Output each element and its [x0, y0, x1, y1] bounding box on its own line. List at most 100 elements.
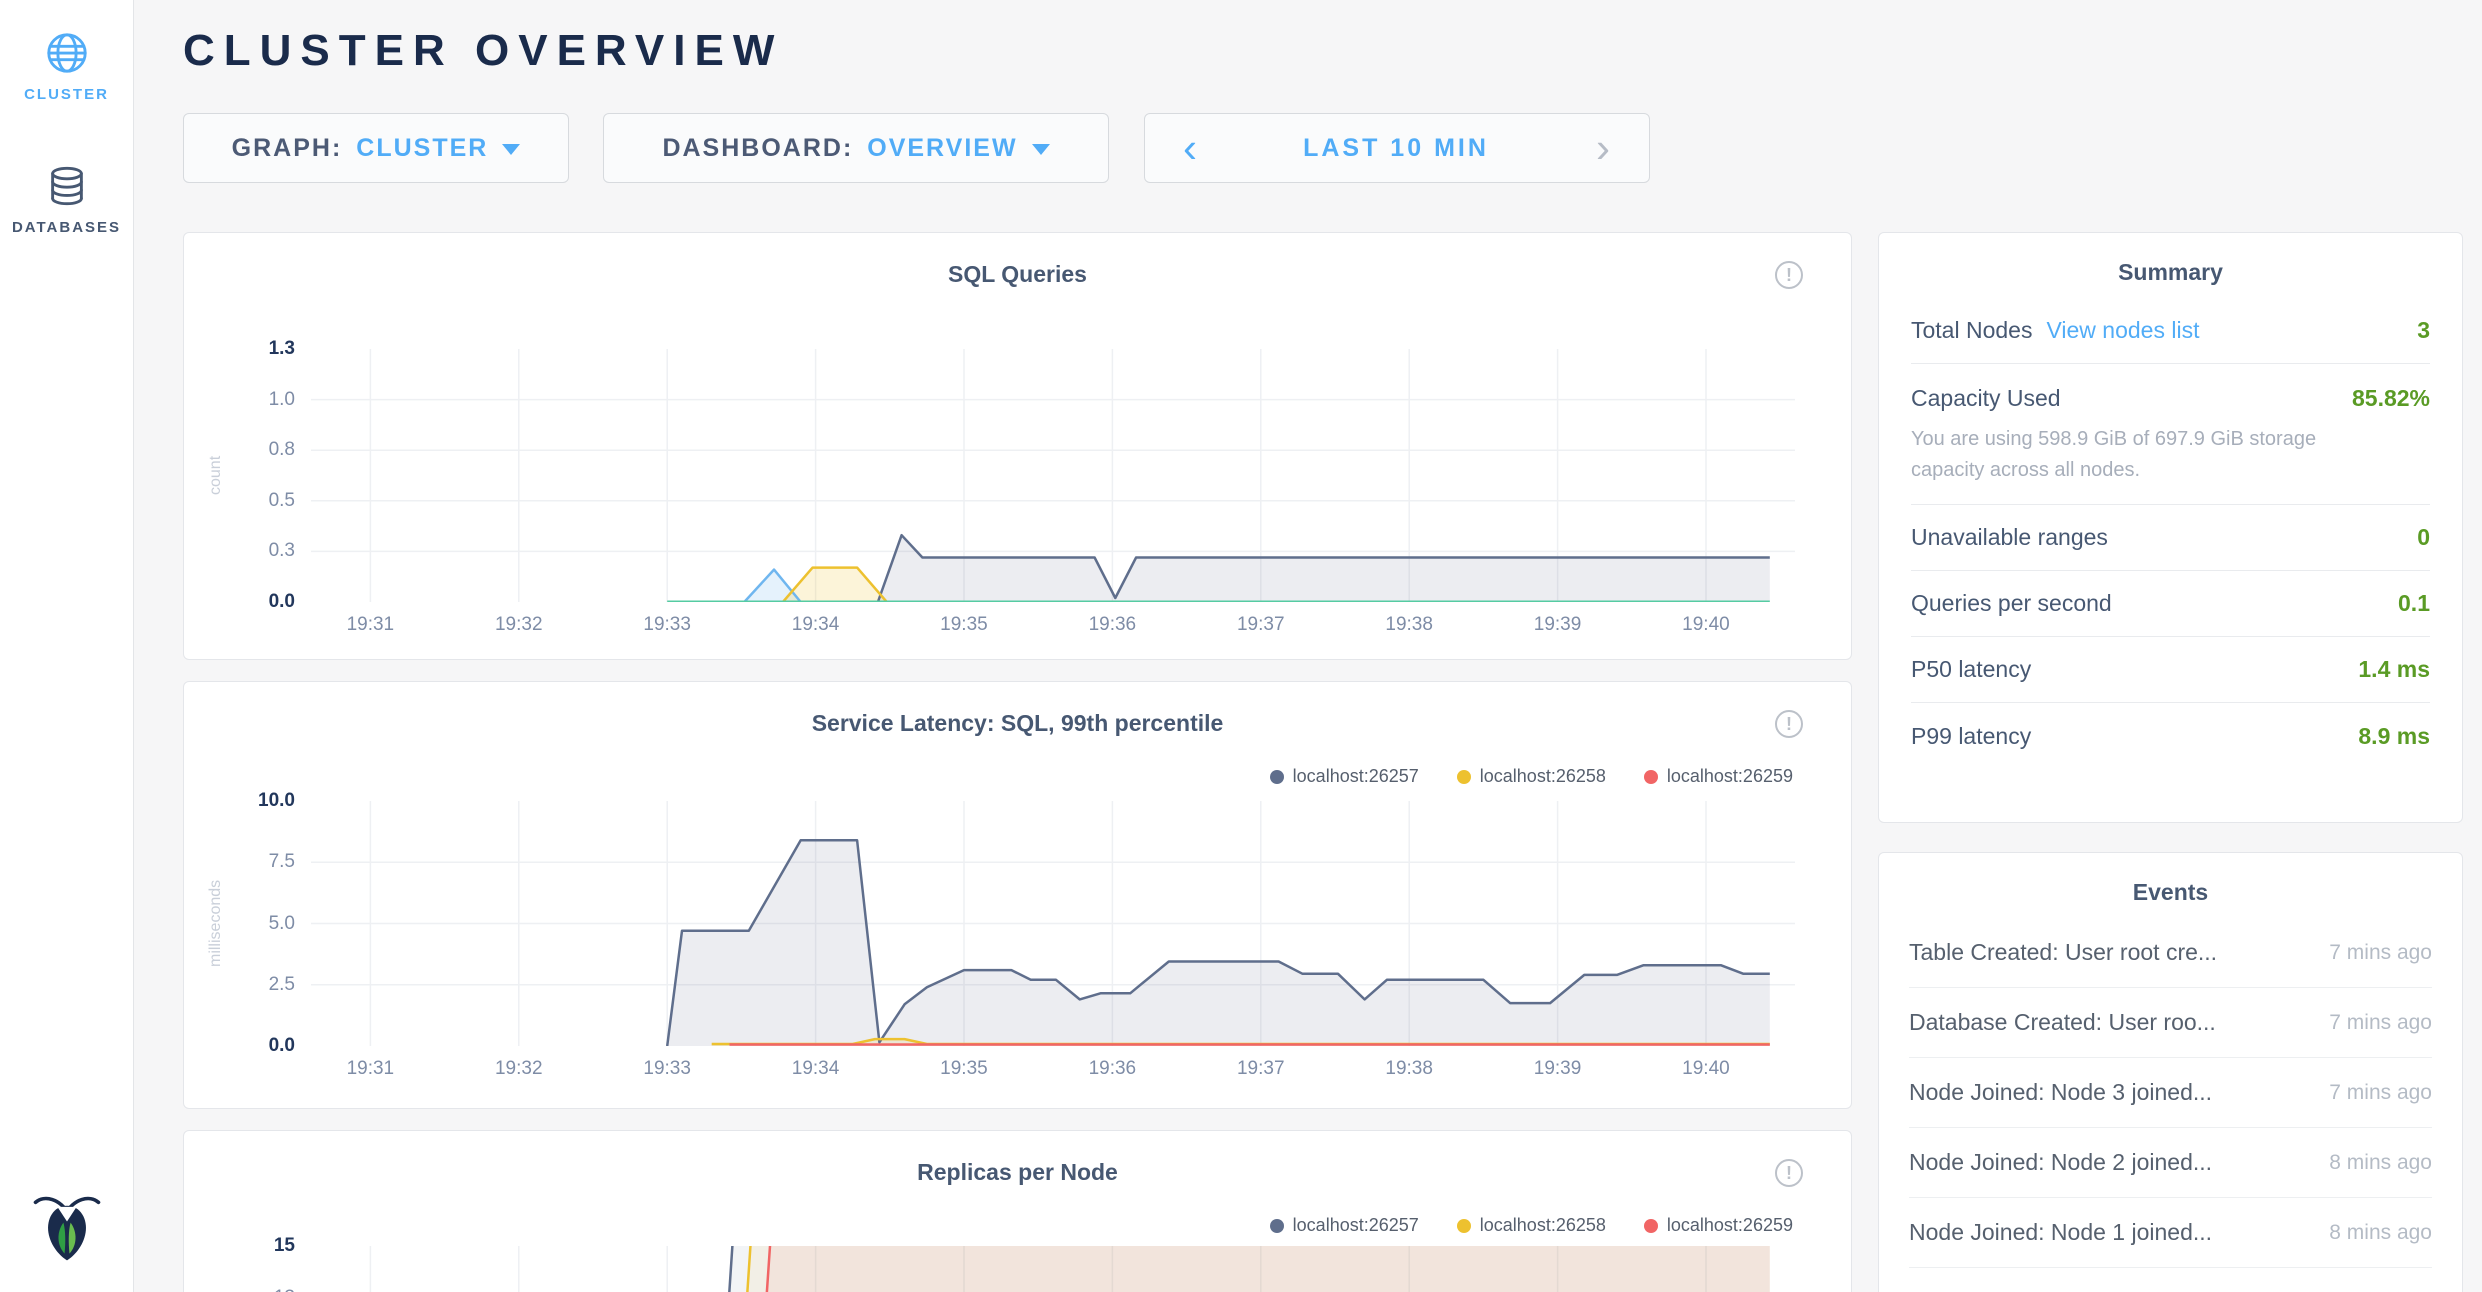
graph-dropdown-value: CLUSTER: [356, 134, 488, 163]
x-axis-tick-label: 19:35: [919, 1058, 1009, 1080]
dashboard-dropdown-label: DASHBOARD:: [662, 134, 853, 163]
summary-row-p50-latency: P50 latency 1.4 ms: [1911, 637, 2430, 703]
x-axis-tick-label: 19:32: [474, 1058, 564, 1080]
x-axis-tick-label: 19:39: [1513, 1058, 1603, 1080]
legend-item: localhost:26257: [1270, 766, 1419, 787]
x-axis-tick-label: 19:37: [1216, 1058, 1306, 1080]
sidebar-item-label: DATABASES: [0, 219, 133, 236]
x-axis-tick-label: 19:32: [474, 614, 564, 636]
event-row[interactable]: Database Created: User roo... 7 mins ago: [1909, 988, 2432, 1058]
y-axis-tick-label: 0.3: [229, 540, 295, 562]
cluster-overview-page: CLUSTER DATABASES CLUSTER OVERVIEW GRAPH…: [0, 0, 2482, 1292]
controls-bar: GRAPH: CLUSTER DASHBOARD: OVERVIEW ‹ LAS…: [183, 113, 1650, 183]
info-icon[interactable]: !: [1775, 1159, 1803, 1187]
legend-item: localhost:26259: [1644, 1215, 1793, 1236]
p50-latency-value: 1.4 ms: [2358, 656, 2430, 683]
dashboard-dropdown[interactable]: DASHBOARD: OVERVIEW: [603, 113, 1109, 183]
legend-dot: [1270, 1219, 1284, 1233]
y-axis-tick-label: 7.5: [229, 851, 295, 873]
legend-dot: [1270, 770, 1284, 784]
legend-dot: [1457, 1219, 1471, 1233]
x-axis-tick-label: 19:33: [622, 614, 712, 636]
summary-row-unavailable-ranges: Unavailable ranges 0: [1911, 505, 2430, 571]
service-latency-chart: 19:3119:3219:3319:3419:3519:3619:3719:38…: [311, 801, 1795, 1046]
capacity-used-subtext: You are using 598.9 GiB of 697.9 GiB sto…: [1911, 424, 2351, 486]
x-axis-tick-label: 19:38: [1364, 614, 1454, 636]
legend-item: localhost:26259: [1644, 766, 1793, 787]
events-panel: Events Table Created: User root cre... 7…: [1878, 852, 2463, 1292]
y-axis-tick-label: 2.5: [229, 974, 295, 996]
summary-row-capacity-used: Capacity Used 85.82% You are using 598.9…: [1911, 364, 2430, 505]
x-axis-tick-label: 19:35: [919, 614, 1009, 636]
total-nodes-value: 3: [2417, 317, 2430, 344]
event-row[interactable]: Node Joined: Node 1 joined... 8 mins ago: [1909, 1198, 2432, 1268]
x-axis-tick-label: 19:40: [1661, 614, 1751, 636]
chart-title: Replicas per Node: [184, 1159, 1851, 1186]
database-icon: [44, 163, 90, 209]
sql-queries-panel: SQL Queries ! 19:3119:3219:3319:3419:351…: [183, 232, 1852, 660]
x-axis-tick-label: 19:37: [1216, 614, 1306, 636]
sql-queries-chart: 19:3119:3219:3319:3419:3519:3619:3719:38…: [311, 349, 1795, 602]
cockroachdb-logo-icon: [31, 1188, 103, 1264]
y-axis-unit-label: milliseconds: [207, 801, 229, 1046]
chart-title: SQL Queries: [184, 261, 1851, 288]
replicas-per-node-panel: Replicas per Node ! localhost:26257 loca…: [183, 1130, 1852, 1292]
view-nodes-list-link[interactable]: View nodes list: [2046, 317, 2199, 343]
y-axis-tick-label: 0.0: [229, 1035, 295, 1057]
graph-dropdown[interactable]: GRAPH: CLUSTER: [183, 113, 569, 183]
sidebar-item-label: CLUSTER: [0, 86, 133, 103]
y-axis-tick-label: 0.0: [229, 591, 295, 613]
sidebar-item-databases[interactable]: DATABASES: [0, 163, 133, 236]
queries-per-second-value: 0.1: [2398, 590, 2430, 617]
legend-item: localhost:26258: [1457, 766, 1606, 787]
summary-row-total-nodes: Total NodesView nodes list 3: [1911, 298, 2430, 364]
unavailable-ranges-value: 0: [2417, 524, 2430, 551]
x-axis-tick-label: 19:31: [325, 1058, 415, 1080]
chevron-down-icon: [1032, 144, 1050, 155]
x-axis-tick-label: 19:36: [1067, 1058, 1157, 1080]
chart-title: Service Latency: SQL, 99th percentile: [184, 710, 1851, 737]
legend-dot: [1644, 770, 1658, 784]
event-row[interactable]: Node Joined: Node 2 joined... 8 mins ago: [1909, 1128, 2432, 1198]
replicas-per-node-chart: 19:3119:3219:3319:3419:3519:3619:3719:38…: [311, 1246, 1795, 1292]
p99-latency-value: 8.9 ms: [2358, 723, 2430, 750]
x-axis-tick-label: 19:34: [771, 614, 861, 636]
chart-legend: localhost:26257 localhost:26258 localhos…: [1270, 766, 1793, 787]
x-axis-tick-label: 19:36: [1067, 614, 1157, 636]
y-axis-tick-label: 1.0: [229, 389, 295, 411]
summary-row-p99-latency: P99 latency 8.9 ms: [1911, 703, 2430, 769]
summary-title: Summary: [1879, 259, 2462, 286]
time-range-prev-button[interactable]: ‹: [1145, 114, 1235, 182]
x-axis-tick-label: 19:31: [325, 614, 415, 636]
chevron-down-icon: [502, 144, 520, 155]
x-axis-tick-label: 19:34: [771, 1058, 861, 1080]
time-range-selector: ‹ LAST 10 MIN ›: [1144, 113, 1650, 183]
events-title: Events: [1879, 879, 2462, 906]
graph-dropdown-label: GRAPH:: [232, 134, 343, 163]
y-axis-tick-label: 15: [229, 1235, 295, 1257]
chart-legend: localhost:26257 localhost:26258 localhos…: [1270, 1215, 1793, 1236]
globe-icon: [44, 30, 90, 76]
service-latency-panel: Service Latency: SQL, 99th percentile ! …: [183, 681, 1852, 1109]
y-axis-unit-label: count: [207, 349, 229, 602]
sidebar: CLUSTER DATABASES: [0, 0, 134, 1292]
x-axis-tick-label: 19:38: [1364, 1058, 1454, 1080]
summary-row-queries-per-second: Queries per second 0.1: [1911, 571, 2430, 637]
x-axis-tick-label: 19:39: [1513, 614, 1603, 636]
event-row[interactable]: Table Created: User root cre... 7 mins a…: [1909, 918, 2432, 988]
y-axis-tick-label: 5.0: [229, 913, 295, 935]
summary-panel: Summary Total NodesView nodes list 3 Cap…: [1878, 232, 2463, 823]
info-icon[interactable]: !: [1775, 710, 1803, 738]
x-axis-tick-label: 19:40: [1661, 1058, 1751, 1080]
info-icon[interactable]: !: [1775, 261, 1803, 289]
legend-dot: [1457, 770, 1471, 784]
time-range-value[interactable]: LAST 10 MIN: [1235, 114, 1557, 182]
dashboard-dropdown-value: OVERVIEW: [867, 134, 1017, 163]
time-range-next-button[interactable]: ›: [1557, 114, 1649, 182]
page-title: CLUSTER OVERVIEW: [183, 26, 783, 76]
y-axis-tick-label: 13: [229, 1287, 295, 1292]
x-axis-tick-label: 19:33: [622, 1058, 712, 1080]
event-row[interactable]: Node Joined: Node 3 joined... 7 mins ago: [1909, 1058, 2432, 1128]
capacity-used-value: 85.82%: [2352, 385, 2430, 412]
sidebar-item-cluster[interactable]: CLUSTER: [0, 30, 133, 103]
